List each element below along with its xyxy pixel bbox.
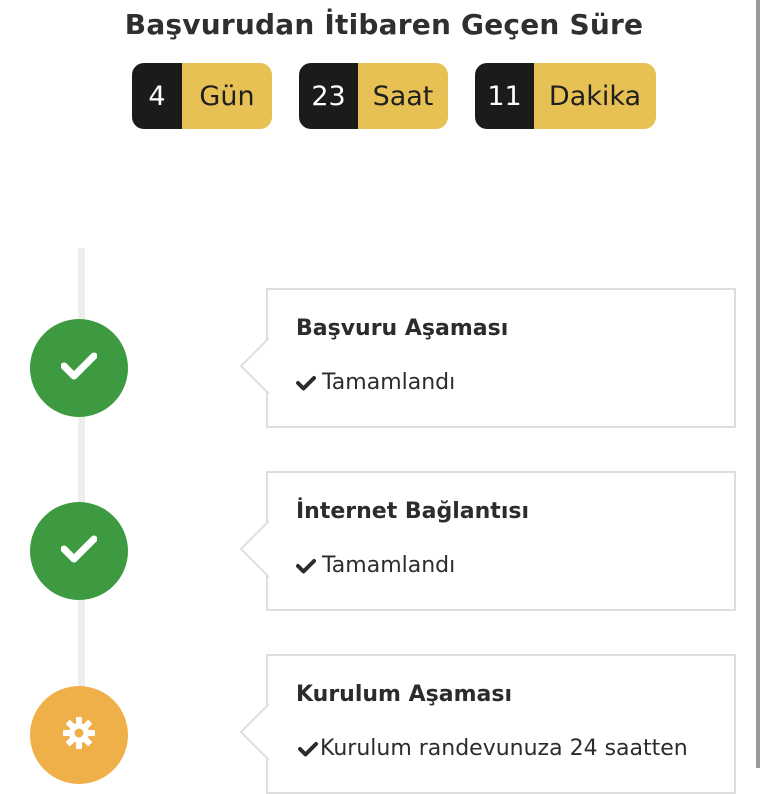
step-2-card: İnternet Bağlantısı Tamamlandı [240, 471, 736, 611]
page-edge-divider [756, 0, 760, 768]
check-icon [296, 558, 316, 574]
timer-days: 4 Gün [132, 63, 272, 129]
step-1-card: Başvuru Aşaması Tamamlandı [240, 288, 736, 428]
step-3-card: Kurulum Aşaması Kurulum randevunuza 24 s… [240, 654, 736, 794]
timer-days-unit: Gün [182, 63, 272, 129]
timer-minutes-unit: Dakika [534, 63, 656, 129]
timer-hours-unit: Saat [358, 63, 448, 129]
step-3-status-text: Kurulum randevunuza 24 saatten [320, 736, 688, 761]
step-1-status-circle [30, 319, 128, 417]
step-2-status-text: Tamamlandı [322, 553, 456, 578]
check-icon [296, 375, 316, 391]
check-icon [60, 535, 98, 567]
timer-hours-value: 23 [299, 63, 358, 129]
timer-minutes: 11 Dakika [475, 63, 656, 129]
step-1-status-text: Tamamlandı [322, 370, 456, 395]
step-1-status: Tamamlandı [296, 370, 455, 395]
step-3-title: Kurulum Aşaması [296, 682, 512, 707]
step-2-status-circle [30, 502, 128, 600]
step-3-status: Kurulum randevunuza 24 saatten [298, 736, 688, 761]
timer-days-value: 4 [132, 63, 182, 129]
step-3-status-circle [30, 686, 128, 784]
check-icon [60, 352, 98, 384]
gear-icon [62, 716, 96, 754]
page-title: Başvurudan İtibaren Geçen Süre [124, 8, 644, 41]
timer-minutes-value: 11 [475, 63, 534, 129]
step-2-status: Tamamlandı [296, 553, 455, 578]
timer-hours: 23 Saat [299, 63, 448, 129]
check-icon [298, 741, 318, 757]
step-1-title: Başvuru Aşaması [296, 316, 509, 341]
step-2-title: İnternet Bağlantısı [296, 499, 529, 524]
